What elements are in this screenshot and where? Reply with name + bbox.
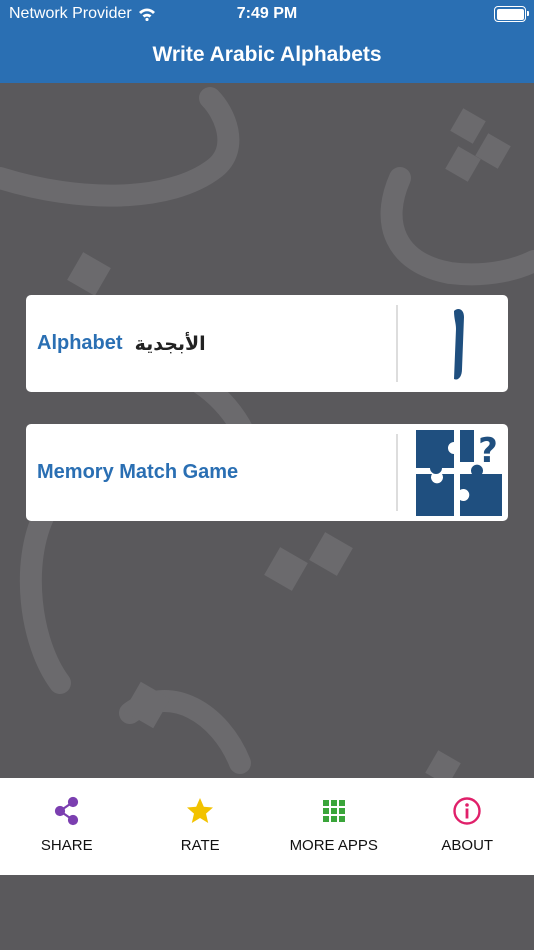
rate-button[interactable]: RATE bbox=[134, 778, 268, 875]
card-divider bbox=[396, 305, 398, 382]
bottom-toolbar: SHARE RATE MORE APPS ABOUT bbox=[0, 778, 534, 875]
page-title: Write Arabic Alphabets bbox=[152, 43, 382, 66]
alphabet-arabic-label: الأبجدية bbox=[134, 332, 206, 355]
memory-match-card[interactable]: Memory Match Game ? bbox=[26, 424, 508, 521]
alphabet-card-label: Alphabet الأبجدية bbox=[37, 295, 206, 392]
share-icon bbox=[54, 796, 78, 826]
status-bar: Network Provider 7:49 PM bbox=[0, 0, 534, 28]
more-apps-label: MORE APPS bbox=[289, 837, 378, 854]
alphabet-label: Alphabet bbox=[37, 332, 123, 354]
about-button[interactable]: ABOUT bbox=[401, 778, 534, 875]
share-button[interactable]: SHARE bbox=[0, 778, 134, 875]
alphabet-card[interactable]: Alphabet الأبجدية bbox=[26, 295, 508, 392]
star-icon bbox=[187, 798, 214, 823]
memory-match-label: Memory Match Game bbox=[37, 461, 239, 483]
card-divider bbox=[396, 434, 398, 511]
rate-label: RATE bbox=[180, 837, 220, 854]
share-label: SHARE bbox=[40, 837, 93, 854]
alif-letter-icon bbox=[454, 309, 464, 380]
about-label: ABOUT bbox=[441, 837, 494, 854]
battery-icon bbox=[494, 6, 529, 22]
info-icon bbox=[453, 797, 481, 825]
more-apps-button[interactable]: MORE APPS bbox=[267, 778, 401, 875]
grid-icon bbox=[322, 800, 345, 822]
bottom-safe-area bbox=[0, 875, 534, 950]
status-time: 7:49 PM bbox=[236, 5, 298, 22]
app-header: Network Provider 7:49 PM Write Arabic Al… bbox=[0, 0, 534, 83]
svg-text:?: ? bbox=[478, 431, 498, 471]
puzzle-question-icon: ? bbox=[416, 430, 502, 516]
memory-match-card-label: Memory Match Game bbox=[37, 424, 238, 521]
